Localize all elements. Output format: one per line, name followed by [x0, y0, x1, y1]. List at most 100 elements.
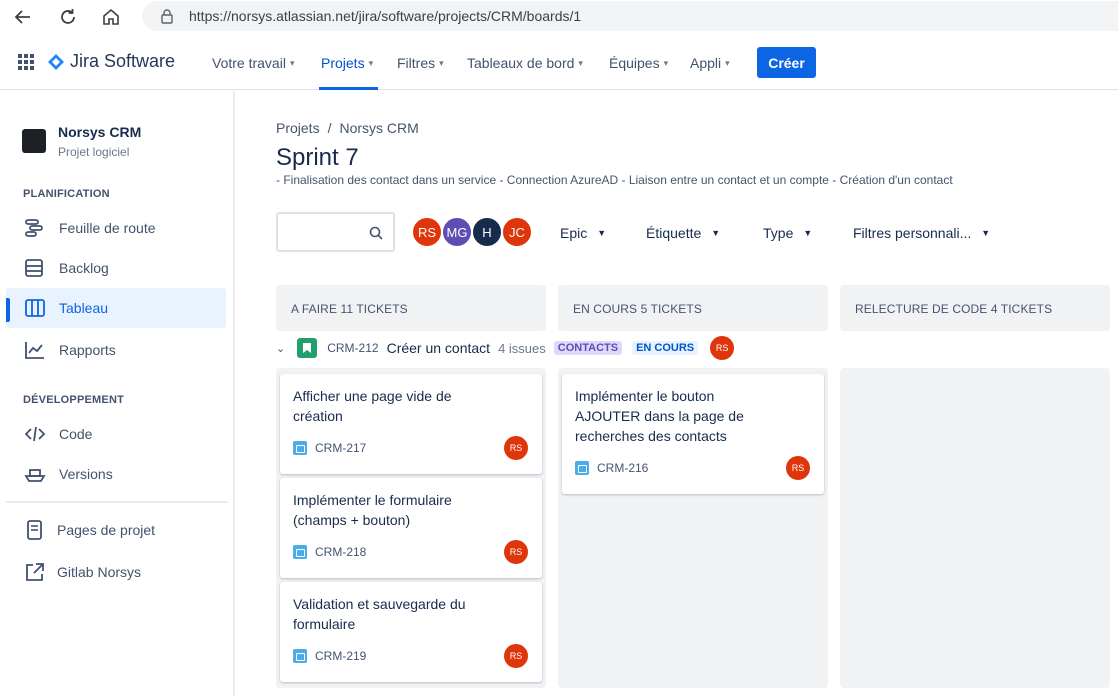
sidebar-divider [6, 501, 228, 503]
chevron-down-icon: ▾ [368, 57, 374, 68]
type-filter[interactable]: Type ▼ [763, 225, 812, 241]
filter-label: Filtres personnali... [853, 225, 972, 241]
card-summary: Implémenter le bouton AJOUTER dans la pag… [575, 386, 744, 446]
back-button[interactable] [11, 5, 35, 29]
sidebar-item-label: Tableau [59, 300, 109, 316]
sidebar-item-label: Versions [59, 466, 113, 482]
product-name[interactable]: Jira Software [70, 51, 175, 72]
avatar-initials: RS [509, 443, 523, 453]
sidebar-item-backlog[interactable]: Backlog [6, 248, 226, 288]
sidebar-item-versions[interactable]: Versions [6, 454, 226, 494]
reports-icon [25, 342, 44, 359]
swimlane-header[interactable]: ⌄ CRM-212 Créer un contact 4 issues CONT… [276, 335, 735, 361]
reload-button[interactable] [56, 5, 80, 29]
avatar-initials: RS [509, 651, 523, 661]
chevron-down-icon: ▼ [803, 228, 813, 238]
top-navigation: Jira Software Votre travail ▾ Projets ▾ Fi… [0, 34, 1118, 90]
board-search-input[interactable] [276, 212, 395, 252]
filter-label: Epic [560, 225, 588, 241]
nav-your-work[interactable]: Votre travail ▾ [212, 55, 294, 71]
sidebar-item-reports[interactable]: Rapports [6, 330, 226, 370]
chevron-down-icon: ▼ [981, 228, 991, 238]
card-summary-line: recherches des contacts [575, 428, 727, 444]
back-arrow-icon [14, 10, 30, 24]
breadcrumb-project[interactable]: Norsys CRM [339, 120, 418, 136]
issue-card[interactable]: Implémenter le formulaire (champs + bouto… [280, 478, 542, 578]
avatar-filter-h[interactable]: H [471, 216, 503, 248]
card-summary-line: création [293, 408, 343, 424]
breadcrumb-projects[interactable]: Projets [276, 120, 320, 136]
avatar-filter-rs[interactable]: RS [411, 216, 443, 248]
swimlane-issue-count: 4 issues [498, 340, 546, 356]
roadmap-icon [25, 219, 43, 237]
nav-projects[interactable]: Projets ▾ [321, 55, 373, 71]
column-title: A FAIRE 11 TICKETS [291, 302, 408, 316]
home-button[interactable] [99, 5, 123, 29]
create-button[interactable]: Créer [757, 47, 816, 78]
issue-card[interactable]: Validation et sauvegarde du formulaire CR… [280, 582, 542, 682]
backlog-icon [25, 259, 43, 277]
app-switcher-icon[interactable] [18, 54, 34, 70]
chevron-down-icon[interactable]: ⌄ [276, 342, 285, 355]
avatar[interactable]: RS [504, 436, 528, 460]
avatar[interactable]: RS [504, 644, 528, 668]
card-summary: Afficher une page vide de création [293, 386, 452, 426]
chevron-down-icon: ▾ [289, 57, 295, 68]
jira-logo-icon[interactable] [48, 54, 64, 70]
url-text[interactable]: https://norsys.atlassian.net/jira/softwa… [189, 8, 581, 24]
avatar-initials: JC [509, 224, 525, 240]
card-key-row: CRM-216 [575, 461, 648, 475]
label-filter[interactable]: Étiquette ▼ [646, 225, 720, 241]
nav-label: Votre travail [212, 55, 286, 71]
home-icon [103, 8, 119, 25]
card-summary-line: Implémenter le bouton [575, 388, 715, 404]
card-key-row: CRM-217 [293, 441, 366, 455]
sidebar-item-label: Pages de projet [57, 522, 156, 538]
project-type: Projet logiciel [58, 145, 130, 159]
nav-teams[interactable]: Équipes ▾ [609, 55, 668, 71]
sidebar-item-project-pages[interactable]: Pages de projet [6, 510, 226, 550]
issue-card[interactable]: Afficher une page vide de création CRM-21… [280, 374, 542, 474]
avatar-initials: RS [417, 224, 437, 240]
card-key-row: CRM-218 [293, 545, 366, 559]
card-key: CRM-219 [315, 649, 367, 663]
project-name[interactable]: Norsys CRM [58, 124, 141, 140]
column-body-code-review [840, 368, 1110, 688]
status-lozenge: EN COURS [632, 341, 699, 355]
avatar-filter-jc[interactable]: JC [501, 216, 533, 248]
card-summary-line: AJOUTER dans la page de [575, 408, 744, 424]
chevron-down-icon: ▾ [663, 57, 669, 68]
custom-filters[interactable]: Filtres personnali... ▼ [853, 225, 990, 241]
issue-card[interactable]: Implémenter le bouton AJOUTER dans la pag… [562, 374, 824, 494]
reload-icon [61, 9, 75, 24]
sidebar-item-roadmap[interactable]: Feuille de route [6, 208, 226, 248]
task-icon [575, 461, 589, 475]
column-title: RELECTURE DE CODE 4 TICKETS [855, 302, 1053, 316]
versions-icon [24, 469, 46, 482]
chevron-down-icon: ▾ [725, 57, 730, 68]
nav-dashboards[interactable]: Tableaux de bord ▾ [467, 55, 583, 71]
card-summary-line: Afficher une page vide de [293, 388, 452, 404]
column-title: EN COURS 5 TICKETS [573, 302, 702, 316]
task-icon [293, 545, 307, 559]
external-link-icon [26, 563, 44, 581]
epic-filter[interactable]: Epic ▼ [560, 225, 606, 241]
page-icon [27, 520, 42, 540]
avatar[interactable]: RS [504, 540, 528, 564]
avatar[interactable]: RS [710, 336, 735, 360]
sidebar-item-label: Gitlab Norsys [57, 564, 142, 580]
card-summary-line: (champs + bouton) [293, 512, 411, 528]
project-avatar[interactable] [22, 129, 46, 153]
sidebar-item-code[interactable]: Code [6, 414, 226, 454]
swimlane-key[interactable]: CRM-212 [327, 341, 378, 355]
avatar-filter-mg[interactable]: MG [441, 216, 473, 248]
sidebar-item-board[interactable]: Tableau [6, 288, 226, 328]
avatar[interactable]: RS [786, 456, 810, 480]
sidebar-item-label: Feuille de route [59, 220, 156, 236]
sidebar-item-gitlab[interactable]: Gitlab Norsys [6, 552, 226, 592]
nav-filters[interactable]: Filtres ▾ [397, 55, 444, 71]
nav-label: Filtres [397, 55, 436, 71]
nav-apps[interactable]: Appli ▾ [690, 55, 730, 71]
development-section-header: DÉVELOPPEMENT [23, 394, 125, 406]
selected-indicator [6, 298, 10, 322]
